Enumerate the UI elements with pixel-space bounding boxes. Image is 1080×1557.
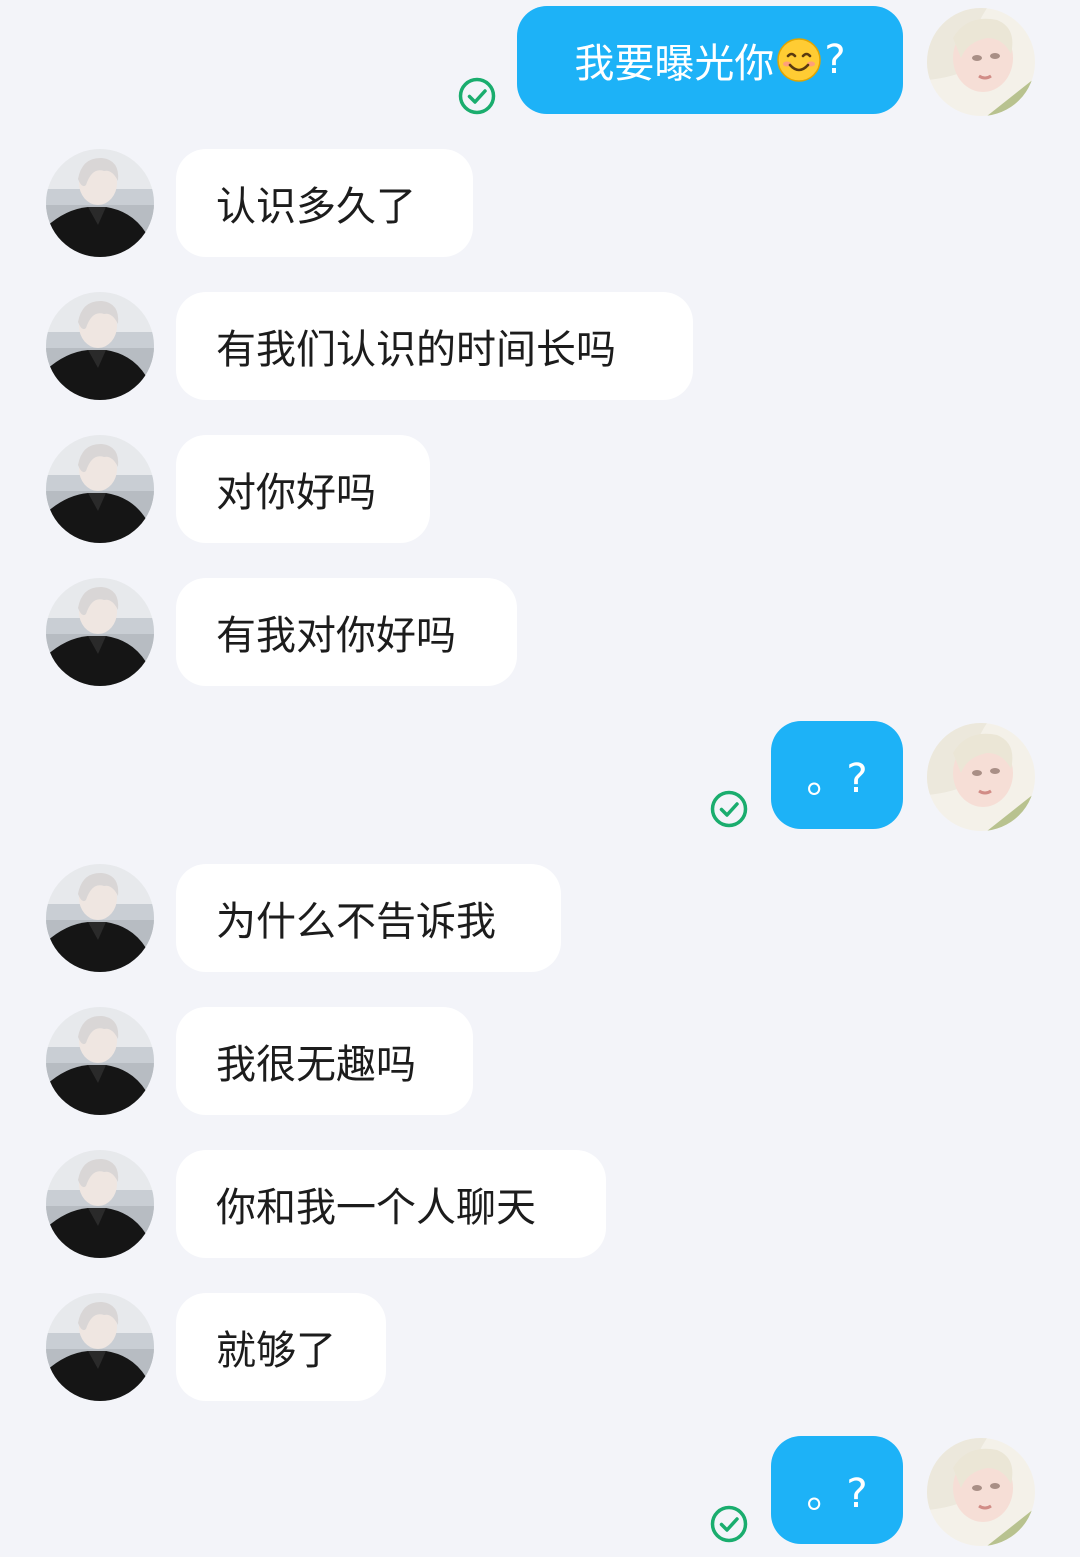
message-row-incoming: 有我对你好吗: [0, 578, 1080, 688]
message-text: 对你好吗: [216, 470, 376, 516]
message-text: 认识多久了: [216, 184, 416, 230]
self-avatar[interactable]: [927, 1438, 1035, 1546]
contact-avatar[interactable]: [46, 1007, 154, 1115]
message-text: 有我们认识的时间长吗: [216, 327, 616, 373]
incoming-message-bubble[interactable]: 有我们认识的时间长吗: [176, 292, 693, 400]
message-row-incoming: 认识多久了: [0, 149, 1080, 259]
contact-avatar[interactable]: [46, 149, 154, 257]
contact-avatar[interactable]: [46, 1293, 154, 1401]
message-row-incoming: 为什么不告诉我: [0, 864, 1080, 974]
contact-avatar[interactable]: [46, 1150, 154, 1258]
message-row-incoming: 你和我一个人聊天: [0, 1150, 1080, 1260]
message-row-outgoing: 。?: [0, 721, 1080, 831]
message-text: 你和我一个人聊天: [216, 1185, 536, 1231]
message-row-incoming: 对你好吗: [0, 435, 1080, 545]
self-avatar[interactable]: [927, 8, 1035, 116]
message-text: 我很无趣吗: [216, 1042, 416, 1088]
outgoing-message-bubble[interactable]: 。?: [771, 721, 903, 829]
message-text: 就够了: [216, 1328, 336, 1374]
message-text: 。?: [806, 1471, 868, 1517]
message-text: 我要曝光你: [574, 41, 775, 87]
message-row-incoming: 有我们认识的时间长吗: [0, 292, 1080, 402]
incoming-message-bubble[interactable]: 为什么不告诉我: [176, 864, 561, 972]
incoming-message-bubble[interactable]: 我很无趣吗: [176, 1007, 473, 1115]
incoming-message-bubble[interactable]: 认识多久了: [176, 149, 473, 257]
message-text: 为什么不告诉我: [216, 899, 496, 945]
read-check-icon: [709, 789, 749, 829]
message-text: 。?: [806, 756, 868, 802]
message-suffix: ?: [824, 37, 846, 83]
contact-avatar[interactable]: [46, 435, 154, 543]
read-check-icon: [457, 76, 497, 116]
incoming-message-bubble[interactable]: 对你好吗: [176, 435, 430, 543]
message-row-outgoing: 我要曝光你 ?: [0, 6, 1080, 116]
message-row-outgoing: 。?: [0, 1436, 1080, 1546]
incoming-message-bubble[interactable]: 你和我一个人聊天: [176, 1150, 606, 1258]
outgoing-message-bubble[interactable]: 。?: [771, 1436, 903, 1544]
contact-avatar[interactable]: [46, 578, 154, 686]
outgoing-message-bubble[interactable]: 我要曝光你 ?: [517, 6, 903, 114]
message-text: 有我对你好吗: [216, 613, 456, 659]
incoming-message-bubble[interactable]: 就够了: [176, 1293, 386, 1401]
contact-avatar[interactable]: [46, 292, 154, 400]
smiling-face-emoji-icon: [776, 37, 822, 83]
contact-avatar[interactable]: [46, 864, 154, 972]
read-check-icon: [709, 1504, 749, 1544]
message-row-incoming: 我很无趣吗: [0, 1007, 1080, 1117]
incoming-message-bubble[interactable]: 有我对你好吗: [176, 578, 517, 686]
self-avatar[interactable]: [927, 723, 1035, 831]
message-row-incoming: 就够了: [0, 1293, 1080, 1403]
